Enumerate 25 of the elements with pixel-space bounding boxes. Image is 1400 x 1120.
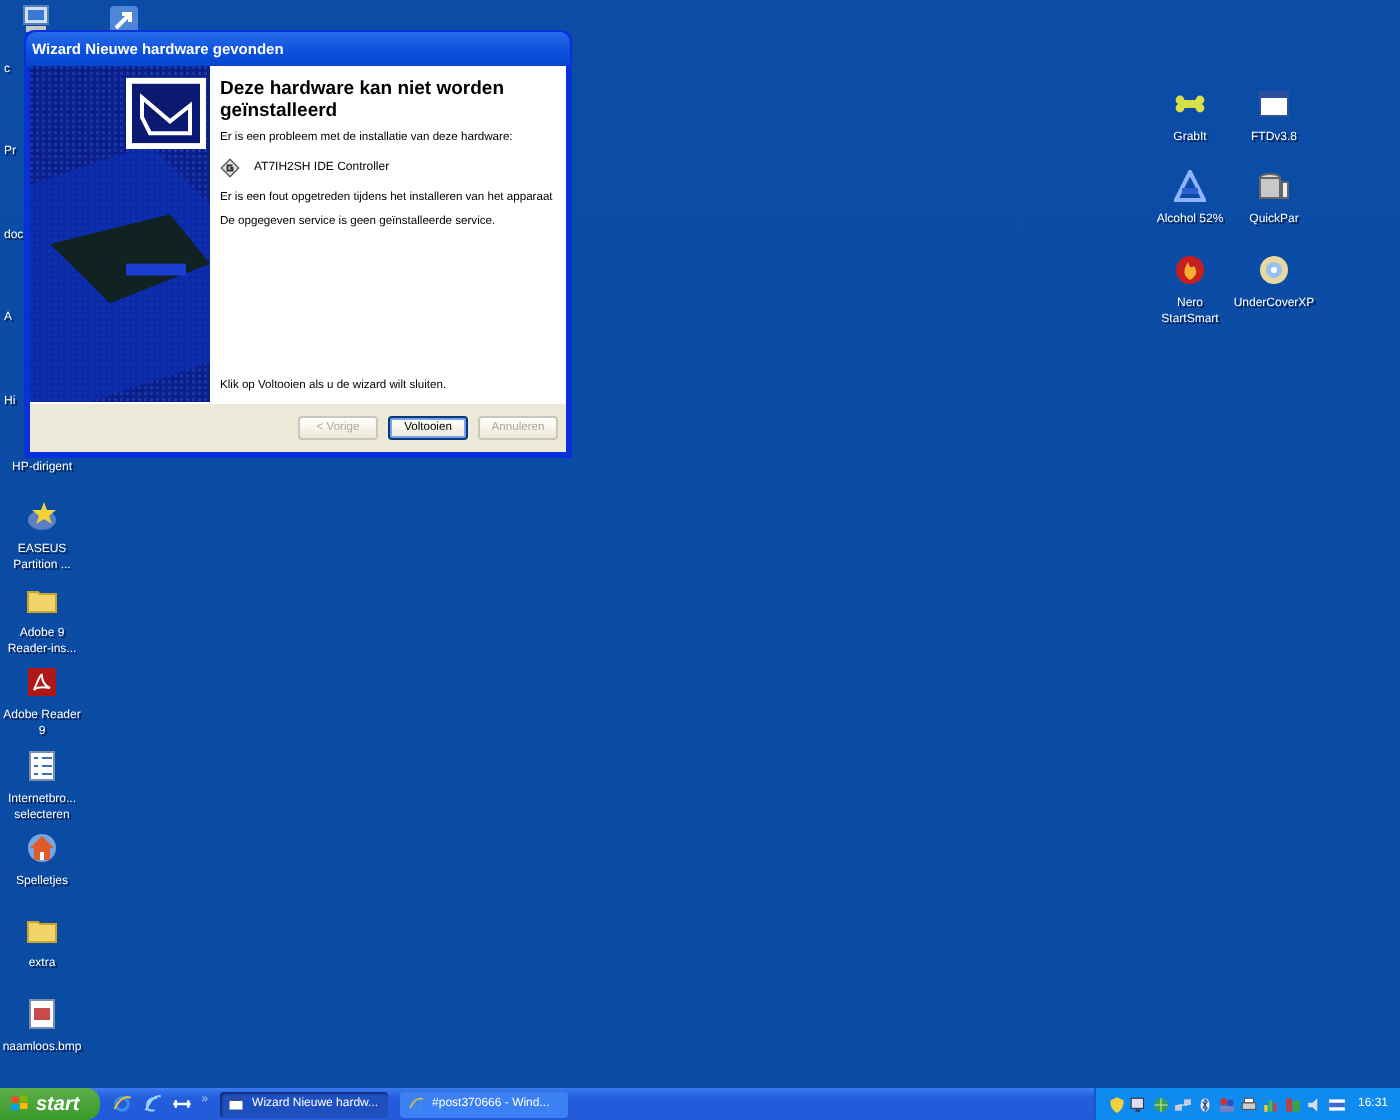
chart-icon[interactable] — [1261, 1095, 1280, 1113]
dialog-heading: Deze hardware kan niet worden geïnstalleerd — [220, 78, 507, 122]
bluetooth-icon[interactable] — [1195, 1095, 1214, 1113]
printer-icon[interactable] — [1239, 1095, 1258, 1113]
windows-flag-icon — [10, 1094, 30, 1114]
monitor-icon[interactable] — [1129, 1095, 1148, 1113]
computer-icon[interactable] — [20, 4, 52, 36]
window-icon[interactable] — [1258, 88, 1290, 120]
triangle-icon[interactable] — [1174, 170, 1206, 203]
drives-icon[interactable] — [1258, 170, 1290, 203]
disc-icon[interactable] — [1258, 253, 1290, 286]
house-icon[interactable] — [26, 831, 58, 864]
pdf-icon[interactable] — [26, 666, 58, 699]
checklist-icon[interactable] — [26, 749, 58, 782]
connector-icon[interactable] — [171, 1094, 192, 1114]
start-button[interactable]: start — [0, 1088, 100, 1120]
flame-icon[interactable] — [1174, 253, 1206, 286]
device-icon — [220, 158, 240, 178]
disk-star-icon[interactable] — [26, 500, 58, 533]
image-file-icon[interactable] — [26, 997, 58, 1030]
flag-icon[interactable] — [1327, 1095, 1346, 1113]
window-icon — [228, 1096, 245, 1112]
ie-icon[interactable] — [141, 1094, 162, 1114]
ie-icon — [408, 1096, 425, 1112]
ie-icon[interactable] — [111, 1094, 132, 1114]
